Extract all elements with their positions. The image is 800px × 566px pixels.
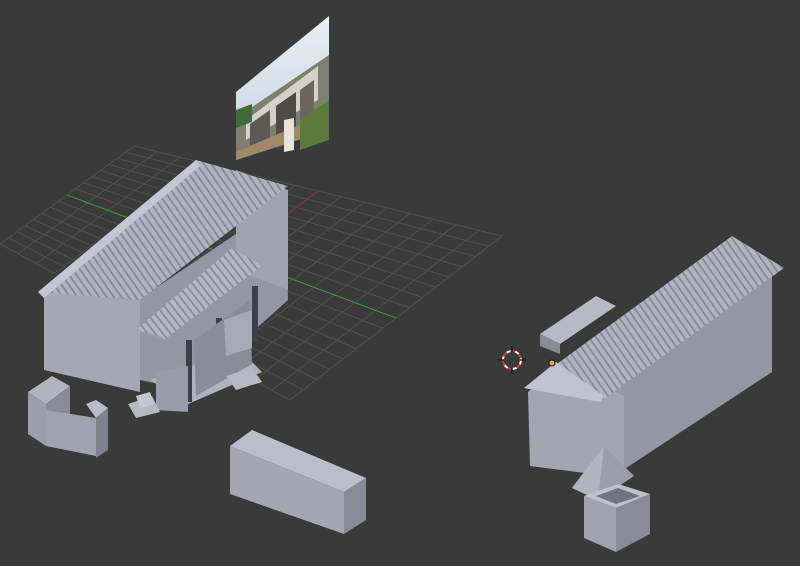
3d-cursor-icon	[498, 346, 526, 374]
house-right[interactable]	[524, 236, 784, 478]
shed-box[interactable]	[230, 430, 366, 534]
wall-block-left[interactable]	[28, 376, 108, 458]
scene-canvas[interactable]	[0, 0, 800, 566]
reference-photo-plane[interactable]	[236, 16, 329, 160]
object-origin-dot	[548, 359, 556, 367]
3d-viewport[interactable]	[0, 0, 800, 566]
